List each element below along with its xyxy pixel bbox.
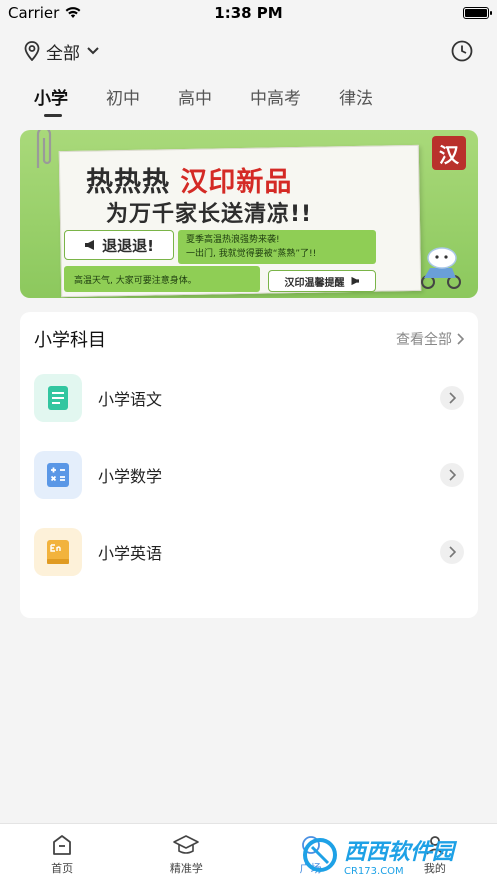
banner-title-brand: 汉印新品 (180, 167, 293, 198)
subject-item-chinese[interactable]: 小学语文 (34, 372, 464, 424)
location-bar: 全部 (0, 34, 497, 68)
banner-pill-reminder: 汉印温馨提醒 (268, 270, 376, 292)
promo-banner[interactable]: 热热热 汉印新品 为万千家长送清凉!! 退退退! 夏季高温热浪强势来袭! 一出门… (20, 130, 478, 298)
watermark: 西西软件园 CR173.COM (300, 834, 480, 877)
status-left: Carrier (8, 4, 81, 22)
banner-pill-reminder-label: 汉印温馨提醒 (284, 277, 345, 289)
nav-item-home[interactable]: 首页 (0, 824, 124, 883)
watermark-sub: CR173.COM (344, 865, 404, 877)
chevron-right-icon[interactable] (440, 386, 464, 410)
nav-item-precise-learning[interactable]: 精准学 (124, 824, 248, 883)
chevron-right-icon[interactable] (440, 540, 464, 564)
chevron-right-icon[interactable] (440, 463, 464, 487)
subject-label-english: 小学英语 (98, 544, 163, 563)
level-tabs: 小学 初中 高中 中高考 律法 (0, 78, 497, 122)
banner-title: 热热热 汉印新品 (86, 160, 292, 199)
chevron-right-icon (457, 333, 464, 345)
nav-label-precise-learning: 精准学 (169, 862, 203, 875)
location-selector[interactable]: 全部 (24, 39, 100, 64)
banner-note-health: 高温天气, 大家可要注意身体。 (64, 266, 260, 292)
banner-note-heatwave: 夏季高温热浪强势来袭! 一出门, 我就觉得要被“蒸熟”了!! (178, 230, 376, 264)
view-all-link[interactable]: 查看全部 (396, 329, 464, 349)
tab-law[interactable]: 律法 (339, 78, 373, 109)
calculator-icon (34, 451, 82, 499)
subjects-card-title: 小学科目 (34, 330, 106, 351)
status-bar: Carrier 1:38 PM (0, 0, 497, 26)
mascot-on-scooter-icon (421, 247, 461, 289)
english-book-icon (34, 528, 82, 576)
battery-icon (463, 7, 492, 19)
subject-item-english[interactable]: 小学英语 (34, 526, 464, 578)
subject-label-chinese: 小学语文 (98, 390, 163, 409)
megaphone-icon (85, 240, 95, 250)
tab-junior-high[interactable]: 初中 (106, 78, 140, 109)
megaphone-icon (351, 276, 359, 286)
nav-label-home: 首页 (51, 862, 74, 875)
tab-exams[interactable]: 中高考 (250, 78, 301, 109)
tab-senior-high[interactable]: 高中 (178, 78, 212, 109)
home-icon (53, 835, 72, 855)
banner-subtitle: 为万千家长送清凉!! (106, 202, 313, 227)
subjects-card: 小学科目 查看全部 小学语文 小学数学 小学英语 (20, 312, 478, 618)
banner-title-prefix: 热热热 (86, 167, 170, 198)
wifi-icon (65, 7, 81, 18)
status-time: 1:38 PM (214, 4, 283, 22)
watermark-logo-icon (303, 838, 337, 872)
banner-note-line2: 一出门, 我就觉得要被“蒸熟”了!! (186, 249, 317, 259)
tab-primary[interactable]: 小学 (34, 78, 68, 117)
carrier-label: Carrier (8, 4, 60, 22)
brand-logo-text: 汉 (439, 142, 459, 167)
location-pin-icon (24, 41, 40, 61)
subjects-card-header: 小学科目 查看全部 (34, 324, 464, 354)
banner-pill-retreat-label: 退退退! (102, 236, 154, 255)
location-label: 全部 (46, 43, 80, 64)
subject-label-math: 小学数学 (98, 467, 163, 486)
watermark-text: 西西软件园 (344, 839, 455, 865)
view-all-label: 查看全部 (396, 332, 452, 348)
watermark-text-group: 西西软件园 CR173.COM (344, 834, 454, 877)
clock-icon (451, 40, 473, 62)
brand-logo: 汉 (432, 136, 466, 170)
banner-note-line1: 夏季高温热浪强势来袭! (186, 235, 280, 245)
graduation-cap-icon (173, 835, 200, 854)
document-icon (34, 374, 82, 422)
subject-item-math[interactable]: 小学数学 (34, 449, 464, 501)
history-button[interactable] (449, 38, 475, 64)
banner-pill-retreat: 退退退! (64, 230, 174, 260)
paperclip-icon (36, 130, 52, 168)
chevron-down-icon (87, 47, 99, 55)
